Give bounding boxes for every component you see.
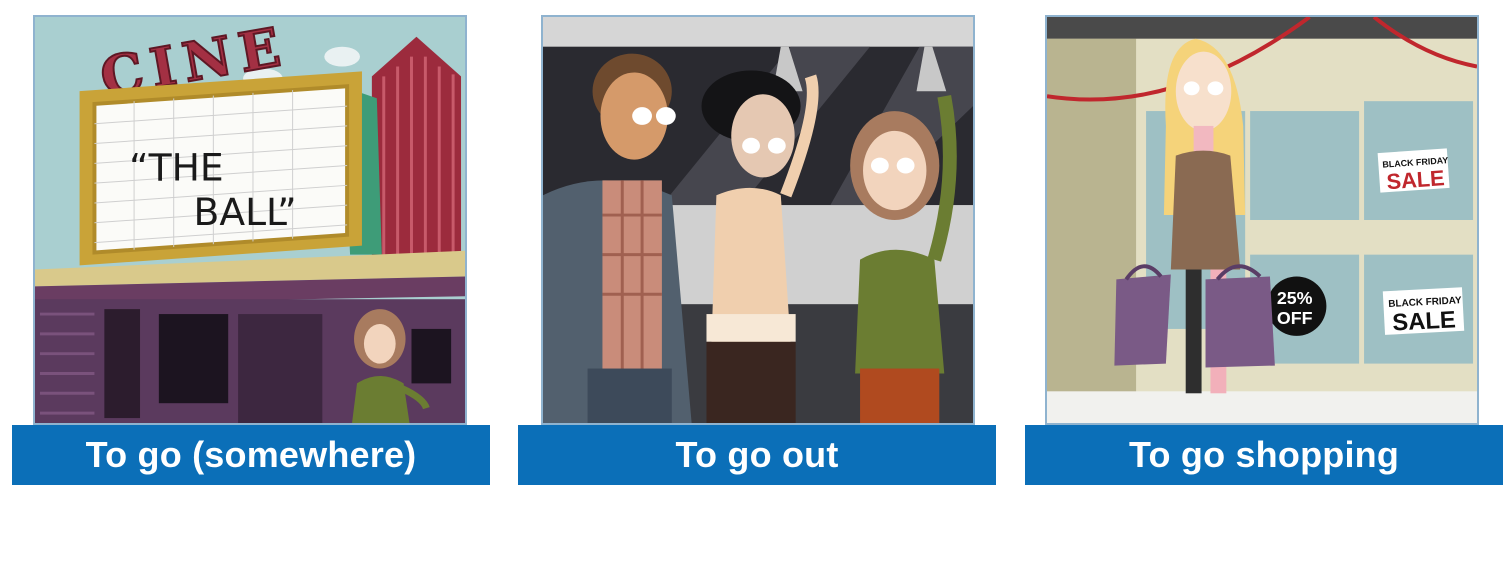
discount-percent: 25% <box>1277 288 1313 308</box>
sign-sale-1: SALE <box>1386 165 1446 194</box>
cinema-illustration: CINE “THE BALL” <box>33 15 467 425</box>
marquee-line-2: BALL” <box>194 190 297 234</box>
caption-go-out: To go out <box>518 425 996 485</box>
discount-off: OFF <box>1277 308 1313 328</box>
sign-sale-2: SALE <box>1392 306 1457 336</box>
caption-go-shopping: To go shopping <box>1025 425 1503 485</box>
shopping-illustration: BLACK FRIDAY SALE BLACK FRIDAY SALE 25% … <box>1045 15 1479 425</box>
bus-illustration <box>541 15 975 425</box>
caption-go-somewhere: To go (somewhere) <box>12 425 490 485</box>
marquee-line-1: “THE <box>129 145 224 189</box>
